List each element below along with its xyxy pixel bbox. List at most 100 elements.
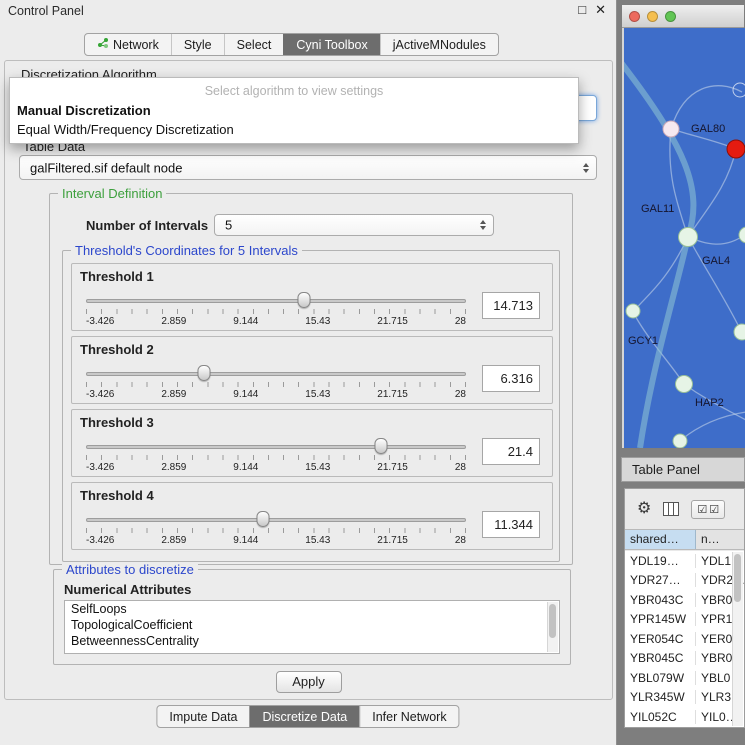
cell[interactable]: YDR27… — [625, 573, 696, 587]
table-row[interactable]: YDR27…YDR2… — [625, 571, 744, 591]
slider-track[interactable] — [86, 518, 466, 522]
top-tab-bar: Network Style Select Cyni Toolbox jActiv… — [84, 33, 499, 56]
table-scrollbar[interactable] — [732, 552, 743, 726]
slider-thumb[interactable] — [374, 438, 387, 454]
node-label: GAL11 — [641, 203, 674, 215]
threshold-2-value-field[interactable]: 6.316 — [482, 365, 540, 392]
bottom-tab-bar: Impute Data Discretize Data Infer Networ… — [156, 705, 459, 728]
tab-label: Impute Data — [169, 710, 237, 724]
scale-tick-label: 28 — [455, 462, 466, 473]
number-of-intervals-label: Number of Intervals — [86, 218, 208, 233]
tab-infer-network[interactable]: Infer Network — [359, 706, 458, 727]
threshold-4-panel: Threshold 4 -3.4262.8599.14415.4321.7152… — [71, 482, 553, 550]
slider-ticks — [86, 528, 466, 533]
column-header-name[interactable]: n… — [696, 530, 744, 549]
threshold-4-slider[interactable] — [86, 511, 466, 535]
cell[interactable]: YPR145W — [625, 612, 696, 626]
slider-thumb[interactable] — [257, 511, 270, 527]
cell[interactable]: YDL19… — [625, 554, 696, 568]
scale-tick-label: 9.144 — [233, 535, 258, 546]
select-columns-button[interactable]: ☑ ☑ — [691, 500, 725, 519]
zoom-traffic-icon[interactable] — [665, 11, 676, 22]
table-row[interactable]: YLR345WYLR3… — [625, 688, 744, 708]
list-item[interactable]: SelfLoops — [65, 601, 559, 617]
network-canvas[interactable]: GAL80 GAL11 GAL4 GCY1 HAP2 — [624, 28, 745, 448]
gear-icon[interactable]: ⚙ — [637, 501, 651, 517]
table-row[interactable]: YER054CYER0… — [625, 629, 744, 649]
dropdown-prompt: Select algorithm to view settings — [10, 78, 578, 101]
threshold-2-slider[interactable] — [86, 365, 466, 389]
table-row[interactable]: YDL19…YDL1… — [625, 551, 744, 571]
tab-select[interactable]: Select — [224, 34, 284, 55]
tab-network[interactable]: Network — [85, 34, 171, 55]
float-window-icon[interactable]: □ — [578, 2, 586, 18]
dropdown-option-equal-width-frequency[interactable]: Equal Width/Frequency Discretization — [10, 120, 578, 139]
cell[interactable]: YBR045C — [625, 651, 696, 665]
threshold-3-slider[interactable] — [86, 438, 466, 462]
cell[interactable]: YBR043C — [625, 593, 696, 607]
table-toolbar: ⚙ ☑ ☑ — [625, 489, 744, 529]
graph-node[interactable] — [663, 121, 679, 137]
table-data-combobox[interactable]: galFiltered.sif default node — [19, 155, 597, 180]
apply-button[interactable]: Apply — [276, 671, 342, 693]
slider-thumb[interactable] — [297, 292, 310, 308]
slider-track[interactable] — [86, 372, 466, 376]
table-row[interactable]: YBR043CYBR0… — [625, 590, 744, 610]
graph-node[interactable] — [673, 434, 687, 448]
list-item[interactable]: BetweennessCentrality — [65, 633, 559, 649]
slider-ticks — [86, 309, 466, 314]
list-scrollbar[interactable] — [547, 602, 558, 652]
columns-icon[interactable] — [663, 502, 679, 516]
cell[interactable]: YIL052C — [625, 710, 696, 724]
tab-impute-data[interactable]: Impute Data — [157, 706, 249, 727]
threshold-3-value-field[interactable]: 21.4 — [482, 438, 540, 465]
number-of-intervals-combobox[interactable]: 5 — [214, 214, 494, 236]
network-window-titlebar[interactable] — [622, 5, 744, 28]
dropdown-option-manual-discretization[interactable]: Manual Discretization — [10, 101, 578, 120]
graph-node[interactable] — [739, 227, 745, 243]
scrollbar-thumb[interactable] — [549, 604, 556, 638]
minimize-traffic-icon[interactable] — [647, 11, 658, 22]
table-row[interactable]: YBR045CYBR0… — [625, 649, 744, 669]
threshold-1-value-field[interactable]: 14.713 — [482, 292, 540, 319]
tab-label: Cyni Toolbox — [296, 38, 367, 52]
column-header-shared-name[interactable]: shared… — [625, 530, 696, 549]
graph-node[interactable] — [734, 324, 745, 340]
table-row[interactable]: YIL052CYIL0… — [625, 707, 744, 727]
tab-discretize-data[interactable]: Discretize Data — [250, 706, 360, 727]
tab-label: Infer Network — [372, 710, 446, 724]
window-traffic-lights — [629, 11, 676, 22]
threshold-4-value-field[interactable]: 11.344 — [482, 511, 540, 538]
table-row[interactable]: YPR145WYPR1… — [625, 610, 744, 630]
cell[interactable]: YBL079W — [625, 671, 696, 685]
table-row[interactable]: YBL079WYBL0… — [625, 668, 744, 688]
graph-node[interactable] — [679, 228, 698, 247]
node-label: HAP2 — [695, 397, 724, 409]
tab-jactivemodules[interactable]: jActiveMNodules — [380, 34, 498, 55]
scale-tick-label: 15.43 — [305, 462, 330, 473]
interval-definition-title: Interval Definition — [58, 186, 166, 201]
threshold-label: Threshold 4 — [80, 488, 154, 503]
graph-node[interactable] — [676, 376, 693, 393]
cell[interactable]: YER054C — [625, 632, 696, 646]
checkbox-icon: ☑ — [697, 503, 707, 516]
close-traffic-icon[interactable] — [629, 11, 640, 22]
cell[interactable]: YLR345W — [625, 690, 696, 704]
list-item[interactable]: TopologicalCoefficient — [65, 617, 559, 633]
table-panel-header[interactable]: Table Panel — [621, 457, 745, 482]
tab-label: Network — [113, 38, 159, 52]
slider-track[interactable] — [86, 445, 466, 449]
node-label: GCY1 — [628, 335, 658, 347]
threshold-1-slider[interactable] — [86, 292, 466, 316]
tab-style[interactable]: Style — [171, 34, 224, 55]
network-view-window: GAL80 GAL11 GAL4 GCY1 HAP2 — [621, 4, 745, 449]
slider-track[interactable] — [86, 299, 466, 303]
graph-node-selected[interactable] — [727, 140, 745, 158]
close-icon[interactable]: ✕ — [595, 2, 606, 18]
table-data-value: galFiltered.sif default node — [30, 160, 182, 175]
scrollbar-thumb[interactable] — [734, 554, 741, 602]
slider-thumb[interactable] — [197, 365, 210, 381]
scale-tick-label: 15.43 — [305, 316, 330, 327]
tab-cyni-toolbox[interactable]: Cyni Toolbox — [283, 34, 379, 55]
graph-node[interactable] — [626, 304, 640, 318]
